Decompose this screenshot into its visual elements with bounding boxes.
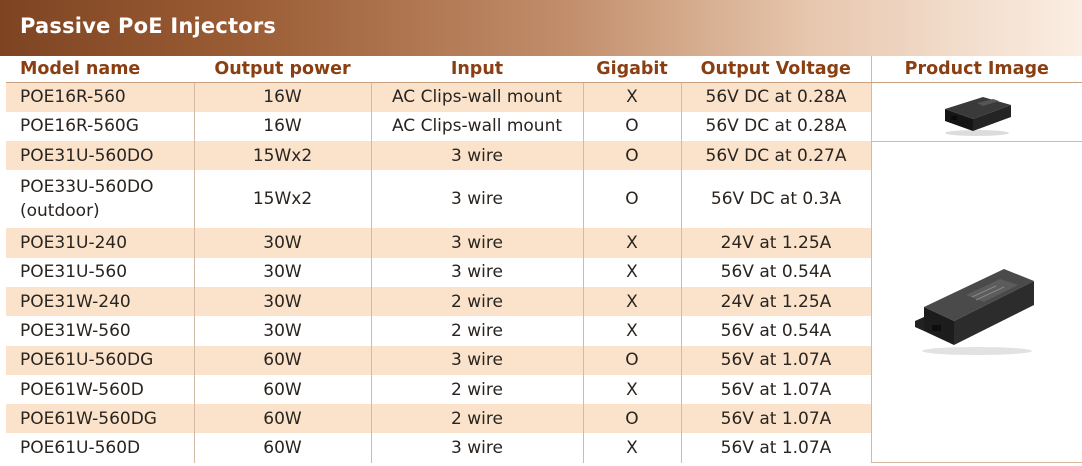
input-cell: 3 wire bbox=[370, 170, 583, 229]
table-row: POE16R-560 16W AC Clips-wall mount X 56V… bbox=[6, 82, 1082, 142]
gigabit-cell: X bbox=[582, 228, 681, 258]
voltage-cell: 56V DC at 0.27A bbox=[680, 141, 871, 171]
power-cell: 16W bbox=[193, 111, 371, 142]
input-cell: 2 wire bbox=[370, 374, 583, 405]
model-cell: POE31W-240 bbox=[6, 286, 194, 317]
gigabit-cell: X bbox=[582, 286, 681, 317]
gigabit-cell: X bbox=[582, 316, 681, 346]
input-cell: 2 wire bbox=[370, 404, 583, 434]
power-cell: 30W bbox=[193, 228, 371, 258]
column-header-model: Model name bbox=[6, 56, 194, 83]
model-cell: POE61U-560D bbox=[20, 438, 141, 459]
gigabit-cell: O bbox=[582, 345, 681, 375]
voltage-cell: 56V at 1.07A bbox=[680, 404, 871, 434]
voltage-cell: 56V at 1.07A bbox=[680, 345, 871, 375]
voltage-cell: 56V DC at 0.28A bbox=[680, 82, 871, 112]
injector-table: Model name Output power Input Gigabit Ou… bbox=[6, 56, 1082, 464]
power-cell: 60W bbox=[193, 374, 371, 405]
power-cell: 60W bbox=[193, 433, 371, 463]
header-row: Model name Output power Input Gigabit Ou… bbox=[6, 56, 1082, 83]
model-cell: POE31U-560DO bbox=[6, 141, 194, 171]
gigabit-cell: X bbox=[582, 257, 681, 287]
voltage-cell: 24V at 1.25A bbox=[680, 286, 871, 317]
input-cell: 3 wire bbox=[370, 257, 583, 287]
power-cell: 30W bbox=[193, 286, 371, 317]
column-header-image: Product Image bbox=[870, 56, 1082, 83]
voltage-cell: 56V DC at 0.28A bbox=[680, 111, 871, 142]
gigabit-cell: O bbox=[582, 111, 681, 142]
input-cell: AC Clips-wall mount bbox=[370, 82, 583, 112]
model-cell: POE31U-560 bbox=[20, 262, 128, 283]
gigabit-cell: X bbox=[582, 374, 681, 405]
power-cell: 16W bbox=[193, 82, 371, 112]
model-cell: POE61W-560D bbox=[20, 379, 144, 400]
column-header-gigabit: Gigabit bbox=[583, 56, 681, 83]
input-cell: AC Clips-wall mount bbox=[370, 111, 583, 142]
voltage-cell: 56V at 1.07A bbox=[680, 374, 871, 405]
model-cell: POE61U-560DG bbox=[6, 345, 194, 375]
table-row: POE31U-560DO 15Wx2 3 wire O 56V DC at 0.… bbox=[6, 141, 1082, 464]
voltage-cell: 56V DC at 0.3A bbox=[680, 170, 871, 229]
power-cell: 60W bbox=[193, 404, 371, 434]
input-cell: 3 wire bbox=[370, 228, 583, 258]
model-cell: POE61W-560DG bbox=[6, 404, 194, 434]
input-cell: 2 wire bbox=[370, 316, 583, 346]
power-cell: 30W bbox=[193, 316, 371, 346]
gigabit-cell: X bbox=[582, 433, 681, 463]
column-header-input: Input bbox=[371, 56, 583, 83]
large-poe-injector-image bbox=[914, 268, 1034, 355]
voltage-cell: 56V at 0.54A bbox=[680, 257, 871, 287]
small-poe-injector-image bbox=[944, 96, 1011, 136]
voltage-cell: 24V at 1.25A bbox=[680, 228, 871, 258]
column-header-power: Output power bbox=[194, 56, 371, 83]
model-cell: POE16R-560G bbox=[20, 116, 139, 137]
gigabit-cell: O bbox=[582, 141, 681, 171]
gigabit-cell: O bbox=[582, 170, 681, 229]
page-title: Passive PoE Injectors bbox=[20, 14, 277, 38]
model-cell: POE31U-240 bbox=[6, 228, 194, 258]
power-cell: 15Wx2 bbox=[193, 141, 371, 171]
product-image-cell-small bbox=[870, 82, 1082, 142]
header-bar: Passive PoE Injectors bbox=[0, 0, 1082, 56]
model-cell: POE33U-560DO (outdoor) bbox=[20, 177, 154, 222]
input-cell: 3 wire bbox=[370, 345, 583, 375]
power-cell: 15Wx2 bbox=[193, 170, 371, 229]
input-cell: 3 wire bbox=[370, 141, 583, 171]
product-image-cell-large bbox=[870, 141, 1082, 464]
power-cell: 30W bbox=[193, 257, 371, 287]
column-header-voltage: Output Voltage bbox=[681, 56, 871, 83]
gigabit-cell: X bbox=[582, 82, 681, 112]
input-cell: 3 wire bbox=[370, 433, 583, 463]
gigabit-cell: O bbox=[582, 404, 681, 434]
input-cell: 2 wire bbox=[370, 286, 583, 317]
model-cell: POE31W-560 bbox=[20, 320, 131, 341]
power-cell: 60W bbox=[193, 345, 371, 375]
voltage-cell: 56V at 1.07A bbox=[680, 433, 871, 463]
model-cell: POE16R-560 bbox=[6, 82, 194, 112]
voltage-cell: 56V at 0.54A bbox=[680, 316, 871, 346]
